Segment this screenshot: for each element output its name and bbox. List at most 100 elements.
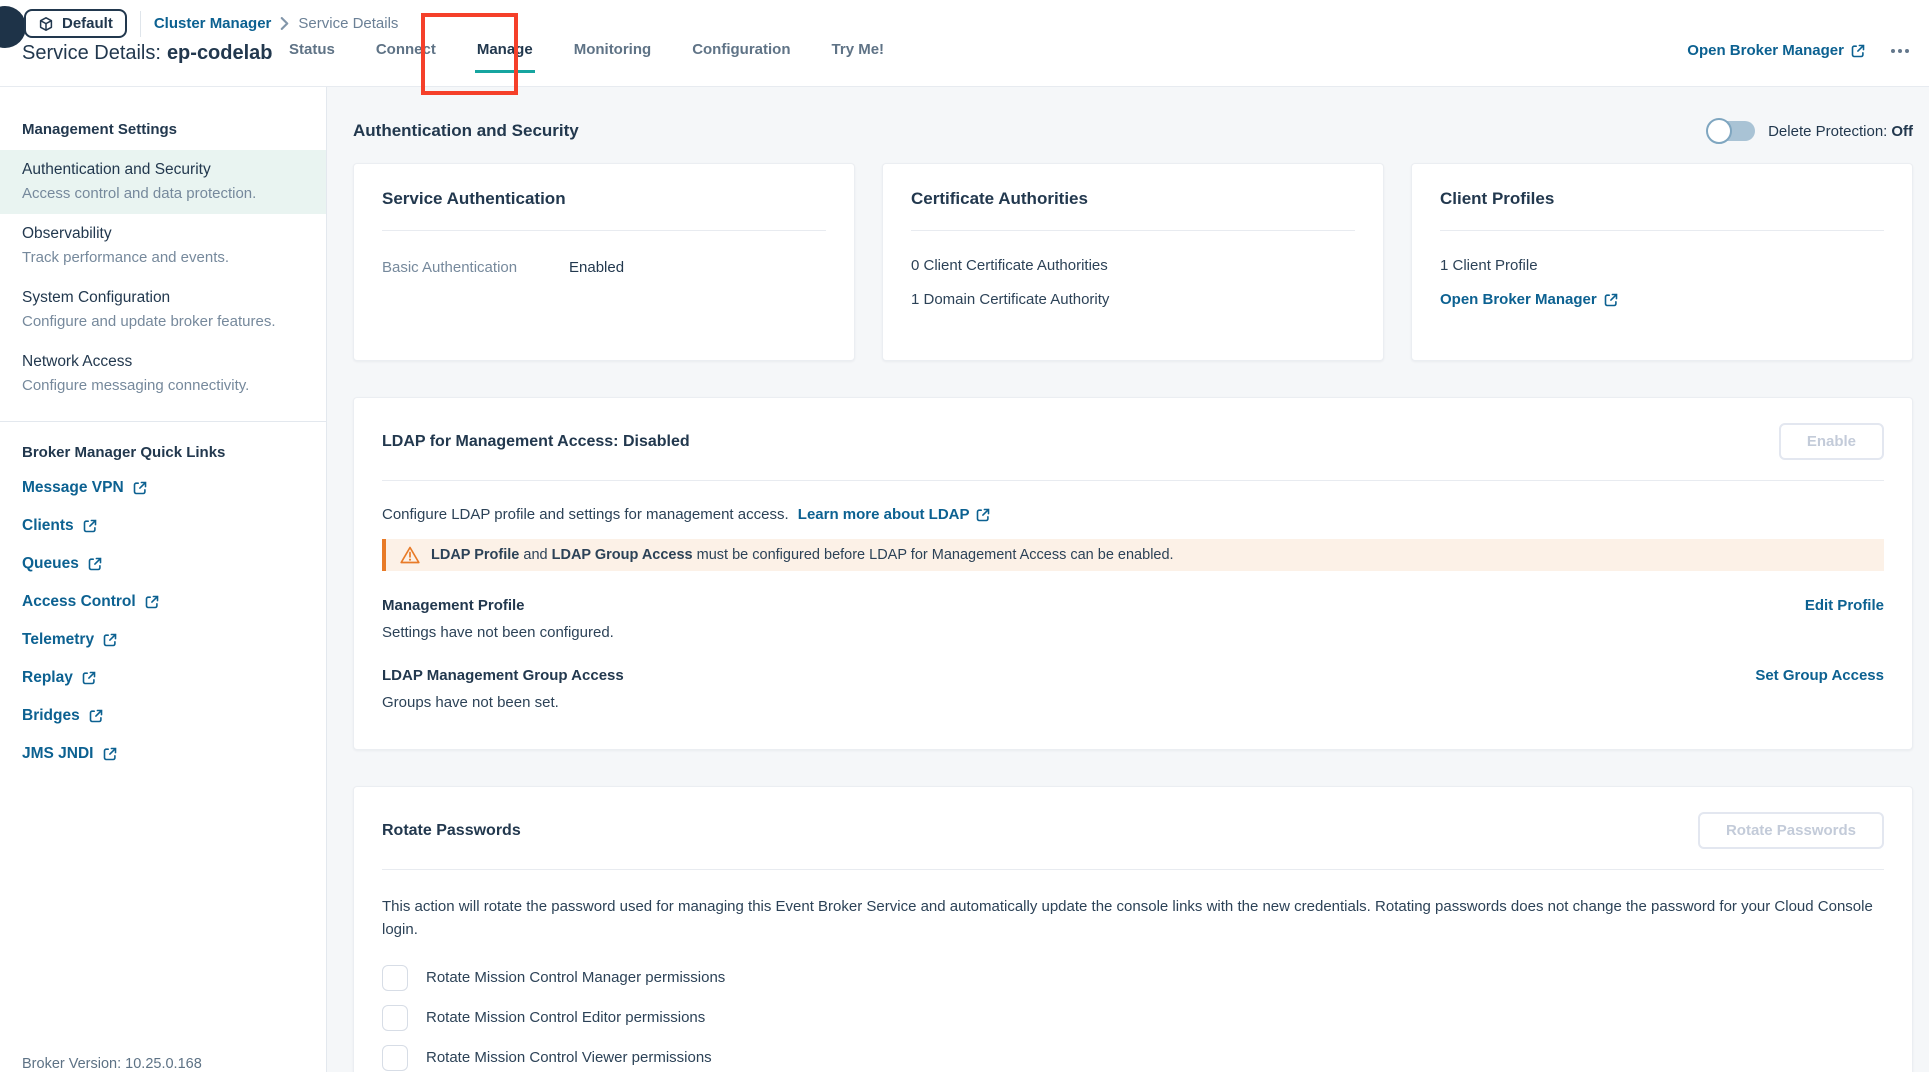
sidebar-item-network-access[interactable]: Network Access Configure messaging conne…: [0, 342, 326, 406]
card-divider: [911, 230, 1355, 231]
delete-protection-control: Delete Protection:Off: [1709, 121, 1913, 141]
sidebar-item-subtitle: Access control and data protection.: [22, 185, 304, 202]
tab-connect[interactable]: Connect: [374, 41, 438, 73]
external-link-icon: [1604, 293, 1618, 307]
quick-link-access-control[interactable]: Access Control: [0, 583, 326, 621]
environment-badge-label: Default: [62, 15, 113, 32]
card-title: Certificate Authorities: [911, 189, 1355, 209]
broker-version: Broker Version: 10.25.0.168: [22, 1056, 202, 1072]
sidebar: Management Settings Authentication and S…: [0, 87, 327, 1072]
basic-auth-value: Enabled: [569, 259, 624, 276]
sidebar-item-title: Authentication and Security: [22, 161, 304, 179]
tab-monitoring[interactable]: Monitoring: [572, 41, 653, 73]
certificate-authorities-card: Certificate Authorities 0 Client Certifi…: [882, 163, 1384, 361]
external-link-icon: [103, 747, 117, 761]
quick-link-clients[interactable]: Clients: [0, 507, 326, 545]
ellipsis-icon: [1891, 49, 1895, 53]
tab-configuration[interactable]: Configuration: [690, 41, 792, 73]
external-link-icon: [145, 595, 159, 609]
learn-more-ldap-link[interactable]: Learn more about LDAP: [798, 506, 991, 523]
quick-link-jms-jndi[interactable]: JMS JNDI: [0, 735, 326, 773]
sidebar-item-authentication-security[interactable]: Authentication and Security Access contr…: [0, 150, 326, 214]
edit-profile-link[interactable]: Edit Profile: [1805, 597, 1884, 614]
breadcrumb: Cluster Manager Service Details: [154, 15, 399, 32]
tab-manage[interactable]: Manage: [475, 41, 535, 73]
checkbox-row-editor[interactable]: Rotate Mission Control Editor permission…: [382, 1005, 1884, 1031]
delete-protection-toggle[interactable]: [1709, 121, 1755, 141]
ldap-intro-text: Configure LDAP profile and settings for …: [382, 506, 789, 523]
external-link-icon: [103, 633, 117, 647]
card-title: Client Profiles: [1440, 189, 1884, 209]
checkbox-editor[interactable]: [382, 1005, 408, 1031]
sidebar-item-title: Observability: [22, 225, 304, 243]
rotate-panel-header: Rotate Passwords Rotate Passwords: [382, 812, 1884, 849]
sidebar-item-title: System Configuration: [22, 289, 304, 307]
group-access-status: Groups have not been set.: [382, 694, 624, 711]
card-divider: [1440, 230, 1884, 231]
header-top-row: Default Cluster Manager Service Details: [24, 9, 398, 38]
sidebar-section-title: Management Settings: [0, 87, 326, 150]
card-open-broker-manager-link[interactable]: Open Broker Manager: [1440, 291, 1618, 308]
checkbox-manager[interactable]: [382, 965, 408, 991]
page-heading: Authentication and Security: [353, 121, 579, 141]
package-icon: [38, 16, 54, 32]
set-group-access-link[interactable]: Set Group Access: [1755, 667, 1884, 684]
checkbox-viewer[interactable]: [382, 1045, 408, 1071]
top-header: Default Cluster Manager Service Details …: [0, 0, 1929, 87]
service-authentication-card: Service Authentication Basic Authenticat…: [353, 163, 855, 361]
external-link-icon: [133, 481, 147, 495]
summary-cards-row: Service Authentication Basic Authenticat…: [353, 163, 1913, 361]
external-link-icon: [976, 508, 990, 522]
header-actions: Open Broker Manager: [1687, 42, 1911, 59]
toggle-knob: [1706, 118, 1732, 144]
page-title-label: Service Details:: [22, 42, 161, 64]
chevron-right-icon: [280, 17, 289, 30]
rotate-passwords-description: This action will rotate the password use…: [382, 895, 1884, 942]
checkbox-row-viewer[interactable]: Rotate Mission Control Viewer permission…: [382, 1045, 1884, 1071]
checkbox-row-manager[interactable]: Rotate Mission Control Manager permissio…: [382, 965, 1884, 991]
page-title: Service Details: ep-codelab: [22, 42, 273, 65]
rotate-passwords-title: Rotate Passwords: [382, 822, 521, 840]
tab-try-me[interactable]: Try Me!: [830, 41, 887, 73]
external-link-icon: [88, 557, 102, 571]
service-name: ep-codelab: [167, 42, 273, 64]
client-ca-count: 0 Client Certificate Authorities: [911, 257, 1355, 274]
domain-ca-count: 1 Domain Certificate Authority: [911, 291, 1355, 308]
external-link-icon: [1851, 44, 1865, 58]
main-content: Authentication and Security Delete Prote…: [328, 87, 1929, 1072]
external-link-icon: [89, 709, 103, 723]
panel-divider: [382, 869, 1884, 870]
sidebar-item-system-configuration[interactable]: System Configuration Configure and updat…: [0, 278, 326, 342]
sidebar-item-observability[interactable]: Observability Track performance and even…: [0, 214, 326, 278]
open-broker-manager-link[interactable]: Open Broker Manager: [1687, 42, 1865, 59]
quick-link-telemetry[interactable]: Telemetry: [0, 621, 326, 659]
tab-bar: Status Connect Manage Monitoring Configu…: [287, 41, 886, 73]
panel-divider: [382, 480, 1884, 481]
main-header-row: Authentication and Security Delete Prote…: [353, 121, 1913, 141]
card-divider: [382, 230, 826, 231]
ldap-warning-banner: LDAP Profile and LDAP Group Access must …: [382, 539, 1884, 571]
tab-status[interactable]: Status: [287, 41, 337, 73]
enable-ldap-button[interactable]: Enable: [1779, 423, 1884, 460]
external-link-icon: [83, 519, 97, 533]
more-menu-button[interactable]: [1889, 43, 1911, 59]
quick-link-bridges[interactable]: Bridges: [0, 697, 326, 735]
group-access-row: LDAP Management Group Access Groups have…: [382, 667, 1884, 711]
sidebar-item-subtitle: Configure messaging connectivity.: [22, 377, 304, 394]
breadcrumb-service-details: Service Details: [298, 15, 398, 32]
ldap-panel: LDAP for Management Access: Disabled Ena…: [353, 397, 1913, 750]
client-profile-count: 1 Client Profile: [1440, 257, 1884, 274]
open-broker-manager-label: Open Broker Manager: [1687, 42, 1844, 59]
quick-link-queues[interactable]: Queues: [0, 545, 326, 583]
environment-badge[interactable]: Default: [24, 9, 127, 38]
basic-auth-label: Basic Authentication: [382, 259, 569, 276]
breadcrumb-cluster-manager[interactable]: Cluster Manager: [154, 15, 272, 32]
quick-link-message-vpn[interactable]: Message VPN: [0, 469, 326, 507]
delete-protection-label: Delete Protection:Off: [1768, 123, 1913, 140]
management-profile-title: Management Profile: [382, 597, 614, 614]
rotate-passwords-button[interactable]: Rotate Passwords: [1698, 812, 1884, 849]
rotate-checkbox-group: Rotate Mission Control Manager permissio…: [382, 965, 1884, 1071]
quick-link-replay[interactable]: Replay: [0, 659, 326, 697]
ldap-intro: Configure LDAP profile and settings for …: [382, 506, 1884, 523]
basic-auth-row: Basic Authentication Enabled: [382, 259, 826, 276]
